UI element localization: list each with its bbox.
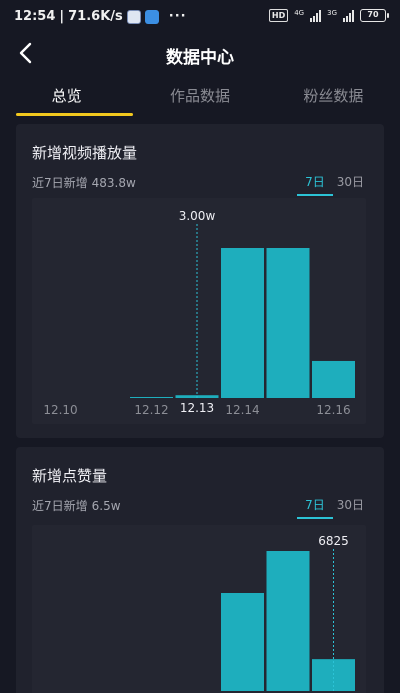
tab-fans-data-label: 粉丝数据 — [303, 87, 364, 105]
range-30d-button[interactable]: 30日 — [337, 496, 364, 519]
range-selector: 7日 30日 — [297, 173, 364, 196]
card-video-views: 新增视频播放量 近7日新增 483.8w 7日 30日 12.10 12.12 12.… — [16, 124, 384, 438]
tab-bar: 总览 作品数据 粉丝数据 — [0, 76, 400, 116]
network-type-1: 4G — [294, 9, 305, 17]
range-selector: 7日 30日 — [297, 496, 364, 519]
app-notification-icon — [126, 9, 141, 24]
battery-icon: 70 — [360, 9, 389, 22]
tab-fans-data[interactable]: 粉丝数据 — [267, 76, 400, 116]
x-tick-label: 12.16 — [316, 403, 350, 417]
highlight-value-label: 3.00w — [179, 209, 216, 223]
status-time: 12:54 — [14, 9, 56, 24]
card-title: 新增视频播放量 — [32, 144, 138, 162]
highlight-category-label: 12.13 — [180, 401, 214, 415]
hd-icon: HD — [268, 9, 289, 22]
range-30d-button[interactable]: 30日 — [337, 173, 364, 196]
app-notification-icon-2 — [144, 9, 159, 24]
subtitle-label: 近7日新增 — [32, 499, 88, 513]
status-bar: 12:54 | 71.6K/s ··· HD 4G 3G 70 — [0, 0, 400, 34]
status-net-speed: 71.6K/s — [68, 9, 123, 24]
tab-overview-label: 总览 — [51, 87, 82, 105]
card-likes: 新增点赞量 近7日新增 6.5w 7日 30日 6825 — [16, 447, 384, 693]
chart-bar — [266, 248, 310, 398]
status-separator: | — [59, 9, 65, 24]
chart-bar — [221, 593, 264, 691]
tab-works-data[interactable]: 作品数据 — [133, 76, 266, 116]
network-type-2: 3G — [327, 9, 337, 17]
chart-bar — [266, 551, 310, 691]
x-tick-label: 12.12 — [134, 403, 168, 417]
chart-likes: 6825 — [32, 525, 366, 693]
subtitle-value: 483.8w — [91, 176, 136, 190]
card-subtitle: 近7日新增 483.8w — [32, 174, 136, 191]
signal-icon-2 — [343, 9, 354, 22]
range-7d-button[interactable]: 7日 — [297, 173, 333, 196]
x-tick-label: 12.14 — [225, 403, 259, 417]
status-right: HD 4G 3G 70 — [268, 9, 389, 22]
tab-works-data-label: 作品数据 — [169, 87, 230, 105]
page-title: 数据中心 — [166, 48, 234, 68]
chart-bar — [312, 360, 355, 398]
card-title: 新增点赞量 — [32, 467, 108, 485]
card-subtitle: 近7日新增 6.5w — [32, 497, 121, 514]
range-7d-button[interactable]: 7日 — [297, 496, 333, 519]
nav-bar: 数据中心 — [0, 34, 400, 74]
chart-svg: 6825 — [221, 534, 355, 691]
chart-svg: 12.10 12.12 12.14 12.16 3.00w 12.13 — [43, 209, 355, 417]
highlight-value-label: 6825 — [318, 534, 349, 548]
tab-overview[interactable]: 总览 — [0, 76, 134, 116]
more-notifications-icon: ··· — [168, 9, 187, 24]
signal-icon — [310, 9, 322, 22]
chart-bar — [130, 397, 173, 398]
subtitle-label: 近7日新增 — [32, 176, 88, 190]
chart-bar — [221, 248, 264, 398]
subtitle-value: 6.5w — [91, 499, 121, 513]
status-left: 12:54 | 71.6K/s ··· — [14, 9, 187, 24]
x-tick-label: 12.10 — [43, 403, 77, 417]
chart-video-views: 12.10 12.12 12.14 12.16 3.00w 12.13 — [32, 198, 366, 424]
